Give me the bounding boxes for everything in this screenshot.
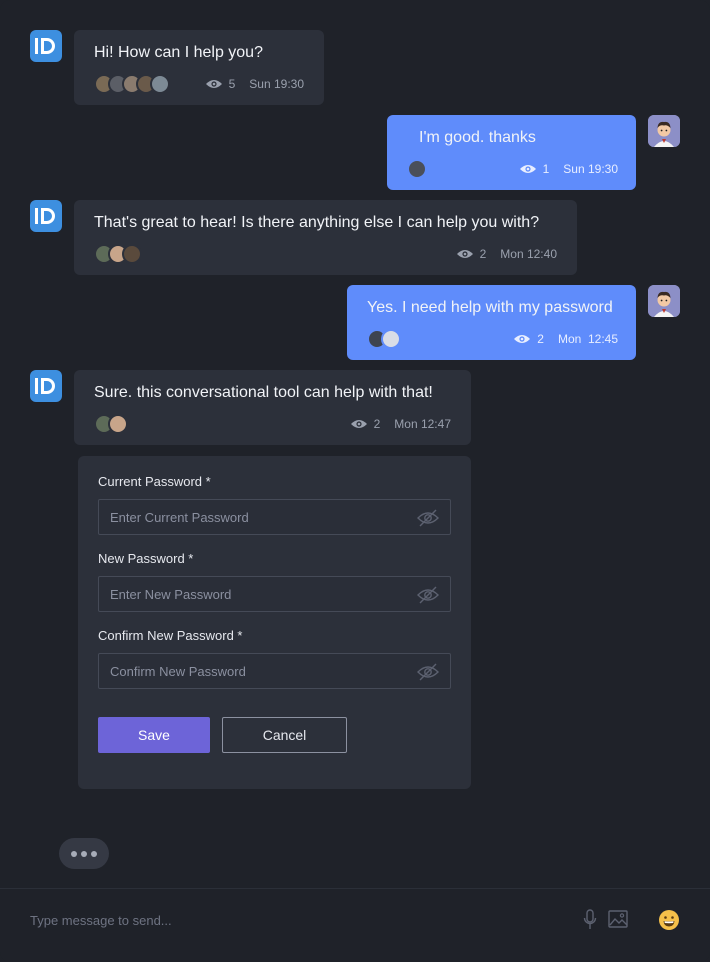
seen-avatar [108,414,128,434]
eye-off-icon[interactable] [416,508,440,528]
message-meta: 1 Sun 19:30 [519,162,618,176]
typing-dot [81,850,87,857]
person-icon [648,285,680,317]
cancel-button[interactable]: Cancel [222,717,347,753]
view-count: 2 [373,417,381,431]
eye-icon [350,420,367,428]
new-password-field [98,576,451,612]
seen-by-avatars [367,329,401,349]
view-count: 2 [537,332,544,346]
emoji-icon[interactable] [658,909,680,931]
seen-avatar [381,329,401,349]
view-count: 1 [542,162,550,176]
message-bubble-user: I'm good. thanks 1 Sun 19:30 [387,115,636,190]
seen-by-avatars [407,159,427,179]
eye-icon [456,250,473,258]
view-count: 5 [228,77,236,91]
message-meta: 2 Mon 12:47 [350,417,451,431]
bot-avatar [30,370,62,402]
timestamp: Mon 12:40 [500,247,557,261]
confirm-password-input[interactable] [99,654,450,688]
change-password-form: Current Password * New Password * Confir… [78,456,471,789]
eye-icon [519,165,536,173]
view-count: 2 [479,247,487,261]
new-password-input[interactable] [99,577,450,611]
message-text: Yes. I need help with my password [367,299,613,316]
eye-icon [205,80,222,88]
user-avatar [648,285,680,317]
message-meta: 5 Sun 19:30 [205,77,304,91]
bot-avatar [30,200,62,232]
typing-indicator [59,838,109,869]
typing-dot [91,850,97,857]
seen-avatar [122,244,142,264]
message-input[interactable] [30,909,550,931]
current-password-label: Current Password * [98,474,211,489]
current-password-field [98,499,451,535]
message-meta: 2 Mon 12:40 [456,247,557,261]
message-text: I'm good. thanks [419,129,536,146]
timestamp: Sun 19:30 [249,77,304,91]
timestamp: Mon 12:45 [557,332,618,346]
confirm-password-field [98,653,451,689]
new-password-label: New Password * [98,551,194,566]
image-icon[interactable] [608,909,628,929]
message-bubble-user: Yes. I need help with my password 2 Mon … [347,285,636,360]
current-password-input[interactable] [99,500,450,534]
confirm-password-label: Confirm New Password * [98,628,243,643]
save-button[interactable]: Save [98,717,210,753]
message-meta: 2 Mon 12:45 [513,332,618,346]
chat-window: Hi! How can I help you? 5 Sun 19:30 I'm … [0,0,710,962]
message-bubble-bot: That's great to hear! Is there anything … [74,200,577,275]
seen-avatar [407,159,427,179]
message-text: Sure. this conversational tool can help … [94,384,433,401]
message-bubble-bot: Sure. this conversational tool can help … [74,370,471,445]
message-composer [0,888,710,962]
timestamp: Sun 19:30 [563,162,618,176]
user-avatar [648,115,680,147]
message-bubble-bot: Hi! How can I help you? 5 Sun 19:30 [74,30,324,105]
eye-off-icon[interactable] [416,585,440,605]
message-text: That's great to hear! Is there anything … [94,214,540,231]
seen-avatar [150,74,170,94]
id-logo-icon [35,208,55,224]
id-logo-icon [35,378,55,394]
seen-by-avatars [94,74,170,94]
typing-dot [71,850,77,857]
seen-by-avatars [94,244,142,264]
seen-by-avatars [94,414,128,434]
timestamp: Mon 12:47 [394,417,451,431]
person-icon [648,115,680,147]
message-text: Hi! How can I help you? [94,44,263,61]
eye-icon [514,335,531,343]
bot-avatar [30,30,62,62]
id-logo-icon [35,38,55,54]
microphone-icon[interactable] [583,909,597,931]
eye-off-icon[interactable] [416,662,440,682]
